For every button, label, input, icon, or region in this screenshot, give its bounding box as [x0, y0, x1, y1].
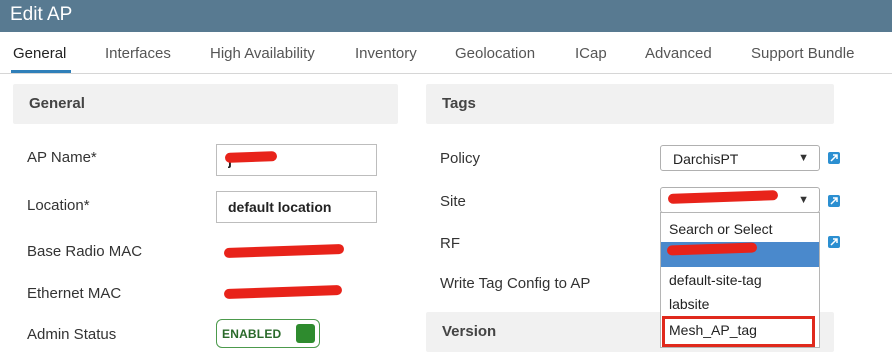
admin-status-toggle[interactable]: ENABLED — [216, 319, 320, 348]
tab-support-bundle[interactable]: Support Bundle — [751, 45, 854, 62]
tab-advanced[interactable]: Advanced — [645, 45, 712, 62]
annotation-highlight-box — [662, 316, 815, 347]
ap-name-label: AP Name* — [27, 149, 97, 166]
active-tab-indicator — [11, 70, 71, 73]
general-section-header: General — [13, 84, 398, 124]
tags-section-header: Tags — [426, 84, 834, 124]
chevron-down-icon: ▼ — [798, 194, 809, 206]
policy-selected-value: DarchisPT — [673, 151, 739, 167]
rf-edit-icon[interactable] — [828, 236, 840, 248]
tags-section-title: Tags — [442, 95, 476, 112]
site-option-search[interactable]: Search or Select — [661, 217, 819, 242]
base-radio-mac-redaction — [223, 243, 345, 259]
ethernet-mac-label: Ethernet MAC — [27, 285, 122, 302]
toggle-knob — [296, 324, 315, 343]
rf-label: RF — [440, 235, 460, 252]
location-input[interactable] — [216, 191, 377, 223]
admin-status-value: ENABLED — [222, 327, 282, 341]
tab-icap[interactable]: ICap — [575, 45, 607, 62]
tab-geolocation[interactable]: Geolocation — [455, 45, 535, 62]
policy-label: Policy — [440, 150, 481, 167]
tab-interfaces[interactable]: Interfaces — [105, 45, 171, 62]
tab-general[interactable]: General — [13, 45, 66, 62]
site-option-default-site-tag[interactable]: default-site-tag — [661, 268, 819, 293]
location-label: Location* — [27, 197, 90, 214]
site-label: Site — [440, 193, 466, 210]
site-option-labsite[interactable]: labsite — [661, 292, 819, 317]
window-title: Edit AP — [10, 4, 73, 25]
version-section-title: Version — [442, 323, 497, 340]
ap-name-redaction — [224, 151, 278, 163]
base-radio-mac-label: Base Radio MAC — [27, 243, 143, 260]
title-bar: Edit AP — [0, 0, 892, 32]
admin-status-label: Admin Status — [27, 326, 117, 343]
ethernet-mac-redaction — [223, 284, 343, 300]
policy-edit-icon[interactable] — [828, 152, 840, 164]
tab-bar: General Interfaces High Availability Inv… — [0, 32, 892, 74]
tab-inventory[interactable]: Inventory — [355, 45, 417, 62]
tab-high-availability[interactable]: High Availability — [210, 45, 315, 62]
chevron-down-icon: ▼ — [798, 152, 809, 164]
write-tag-config-label: Write Tag Config to AP — [440, 275, 591, 292]
site-edit-icon[interactable] — [828, 195, 840, 207]
policy-select[interactable]: DarchisPT ▼ — [660, 145, 820, 171]
general-section-title: General — [29, 95, 85, 112]
